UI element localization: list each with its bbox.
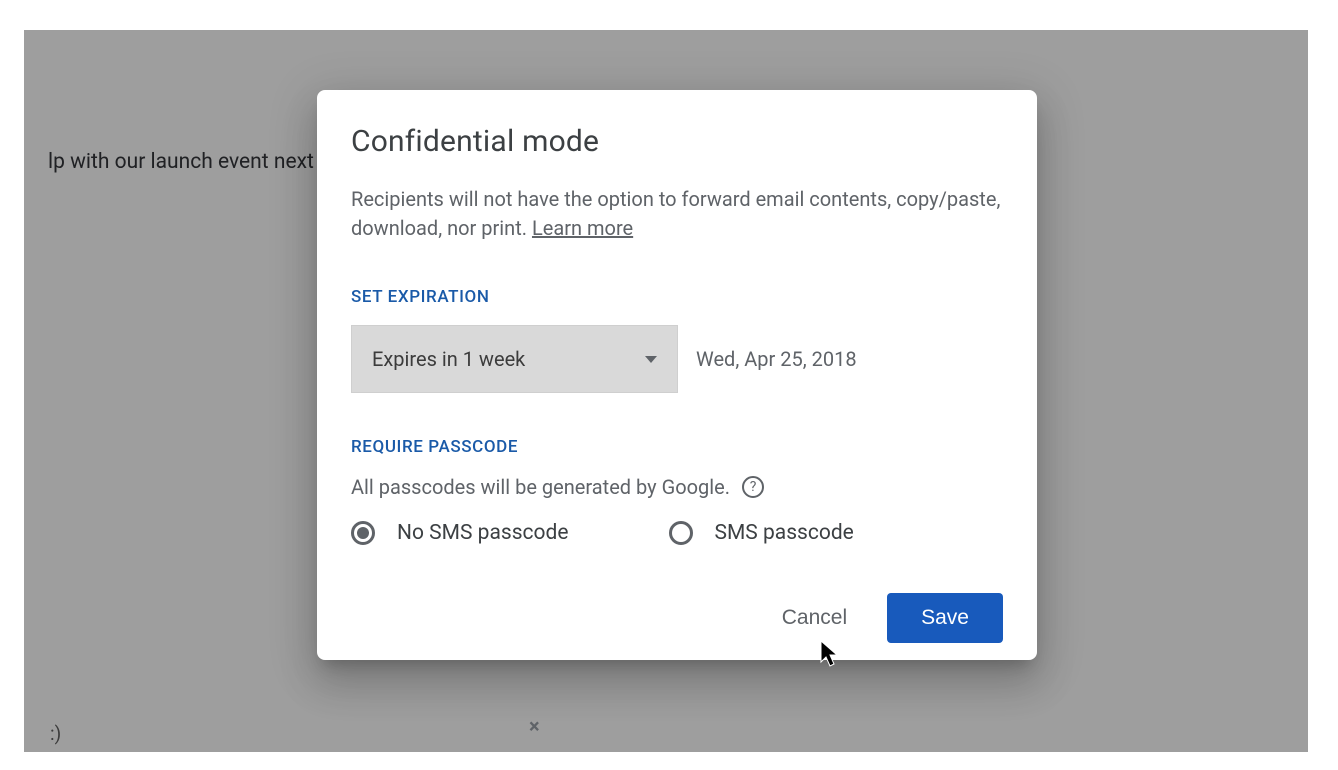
passcode-subtext: All passcodes will be generated by Googl… [351, 475, 730, 499]
passcode-subtext-row: All passcodes will be generated by Googl… [351, 475, 1003, 499]
radio-icon-unselected [669, 521, 693, 545]
expiration-dropdown[interactable]: Expires in 1 week [351, 325, 678, 393]
passcode-radio-group: No SMS passcode SMS passcode [351, 521, 1003, 545]
chevron-down-icon [645, 356, 657, 363]
expiration-row: Expires in 1 week Wed, Apr 25, 2018 [351, 325, 1003, 393]
radio-icon-selected [351, 521, 375, 545]
confidential-mode-dialog: Confidential mode Recipients will not ha… [317, 90, 1037, 660]
expiration-dropdown-value: Expires in 1 week [372, 347, 525, 371]
dialog-title: Confidential mode [351, 124, 1003, 159]
save-button[interactable]: Save [887, 593, 1003, 643]
radio-sms-passcode[interactable]: SMS passcode [669, 521, 854, 545]
expiration-date-text: Wed, Apr 25, 2018 [696, 347, 857, 371]
cancel-button[interactable]: Cancel [778, 598, 851, 638]
help-icon[interactable]: ? [742, 476, 764, 498]
set-expiration-label: SET EXPIRATION [351, 287, 1003, 307]
radio-no-sms-label: No SMS passcode [397, 521, 569, 545]
attachment-close-icon[interactable]: × [529, 714, 540, 738]
radio-sms-label: SMS passcode [715, 521, 854, 545]
dialog-description: Recipients will not have the option to f… [351, 185, 1003, 243]
dialog-description-text: Recipients will not have the option to f… [351, 187, 1000, 240]
learn-more-link[interactable]: Learn more [532, 216, 633, 240]
background-smiley: :) [50, 722, 61, 745]
require-passcode-label: REQUIRE PASSCODE [351, 437, 1003, 457]
dialog-button-row: Cancel Save [351, 593, 1003, 643]
radio-no-sms-passcode[interactable]: No SMS passcode [351, 521, 569, 545]
